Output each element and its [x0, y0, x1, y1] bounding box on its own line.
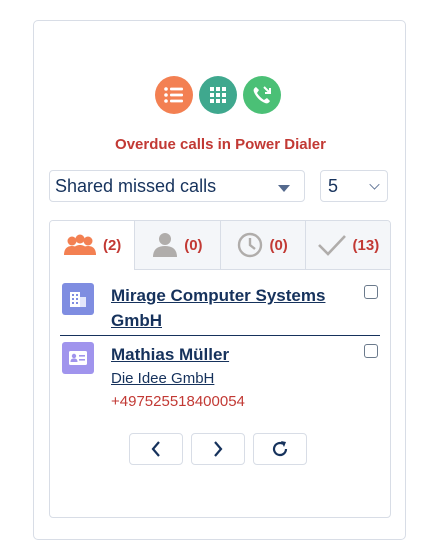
count-select[interactable]: 5 — [320, 170, 388, 202]
person-icon — [153, 233, 178, 257]
checkmark-icon — [317, 235, 346, 256]
refresh-icon — [272, 441, 288, 457]
company-link[interactable]: Die Idee GmbH — [111, 370, 214, 387]
dialpad-icon[interactable] — [199, 76, 237, 114]
list-select[interactable]: Shared missed calls — [49, 170, 305, 202]
refresh-button[interactable] — [253, 433, 307, 465]
phone-number[interactable]: +497525518400054 — [111, 393, 245, 410]
tab-count: (0) — [269, 236, 288, 254]
tab-count: (13) — [352, 236, 380, 254]
list-item: Mathias Müller Die Idee GmbH +4975255184… — [62, 342, 378, 422]
previous-button[interactable] — [129, 433, 183, 465]
missed-call-icon[interactable] — [243, 76, 281, 114]
select-checkbox[interactable] — [364, 285, 378, 299]
tab-scheduled[interactable]: (0) — [219, 221, 305, 269]
chevron-right-icon — [214, 441, 223, 457]
tab-panel: (2) (0) (0) (13) Mirage Computer Systems… — [49, 220, 391, 518]
tab-individuals[interactable]: (0) — [134, 221, 219, 269]
record-name-link[interactable]: Mathias Müller — [111, 342, 351, 367]
page-title: Overdue calls in Power Dialer — [115, 136, 326, 153]
tab-groups[interactable]: (2) — [50, 221, 135, 270]
action-icons — [155, 76, 281, 116]
count-select-value: 5 — [328, 175, 339, 196]
pagination — [129, 433, 307, 465]
tab-bar: (2) (0) (0) (13) — [50, 221, 390, 270]
power-dialer-card: Overdue calls in Power Dialer Shared mis… — [33, 20, 406, 540]
caret-down-icon — [278, 185, 290, 192]
list-item: Mirage Computer Systems GmbH — [62, 283, 378, 335]
chevron-down-icon — [369, 179, 380, 190]
list-icon[interactable] — [155, 76, 193, 114]
tab-completed[interactable]: (13) — [304, 221, 390, 269]
chevron-left-icon — [151, 441, 160, 457]
account-icon — [62, 283, 94, 315]
clock-icon — [238, 232, 263, 258]
group-icon — [63, 234, 96, 255]
next-button[interactable] — [191, 433, 245, 465]
record-name-link[interactable]: Mirage Computer Systems GmbH — [111, 283, 351, 333]
row-divider — [60, 335, 380, 336]
select-checkbox[interactable] — [364, 344, 378, 358]
tab-count: (2) — [102, 236, 122, 254]
list-select-value: Shared missed calls — [55, 175, 217, 196]
contact-icon — [62, 342, 94, 374]
tab-count: (0) — [184, 236, 203, 254]
